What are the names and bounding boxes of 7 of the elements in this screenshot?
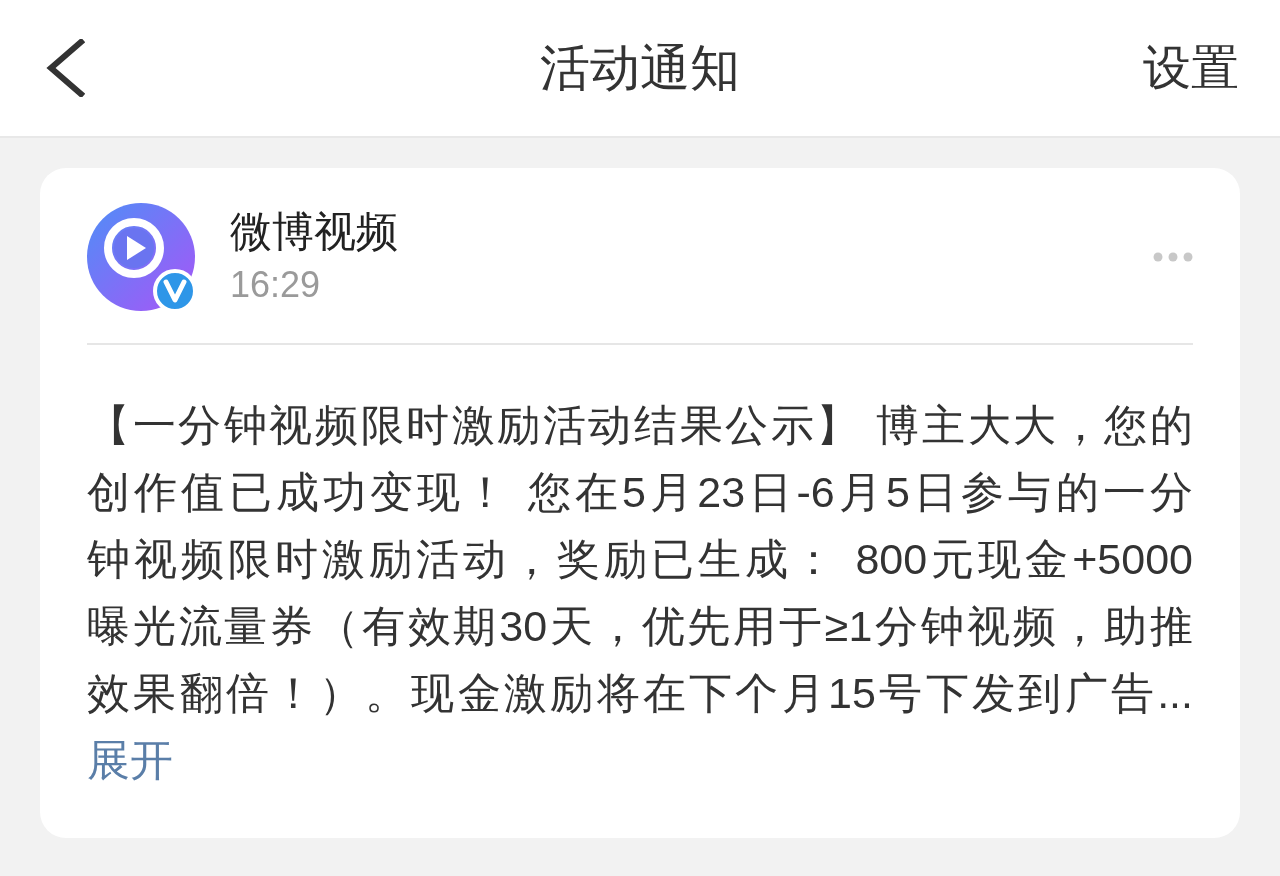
- notification-text: 【一分钟视频限时激励活动结果公示】 博主大大，您的 创作值已成功变现！ 您在5月23日-6月5日参与的一分 钟视频限时激励活动，奖励已生成： 800元现金+5000 曝光流量券（有效期30天，优先用于≥1分钟视频，助推 效果翻倍！）。现金激励将在下个月15号下发到广告...: [87, 400, 1193, 719]
- back-icon[interactable]: [45, 39, 85, 97]
- sender-name: 微博视频: [230, 207, 398, 257]
- page-title: 活动通知: [540, 43, 740, 93]
- expand-link[interactable]: 展开: [87, 727, 173, 794]
- settings-link[interactable]: 设置: [1143, 44, 1239, 92]
- post-time: 16:29: [230, 263, 321, 307]
